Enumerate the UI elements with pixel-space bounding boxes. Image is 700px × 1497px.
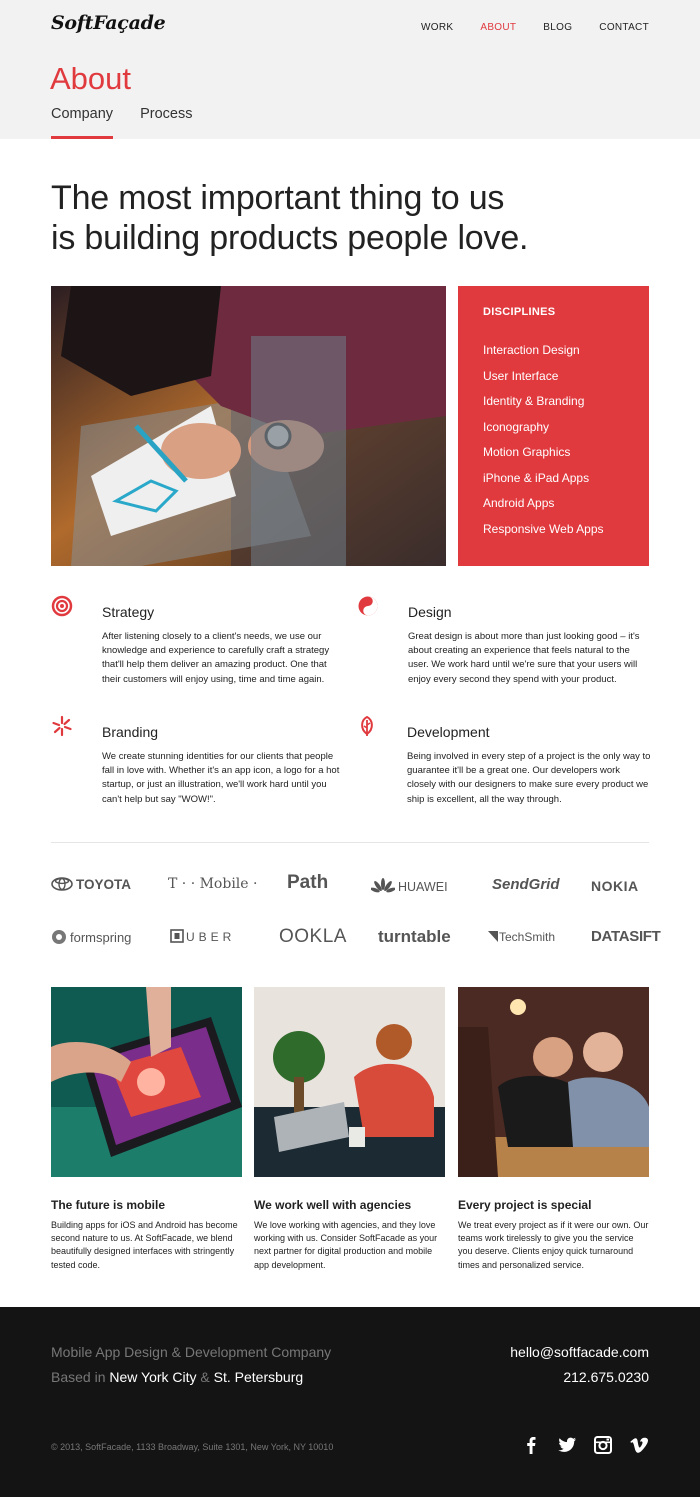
client-logo-ookla: OOKLA (279, 926, 347, 947)
service-design: Design Great design is about more than j… (358, 596, 651, 687)
footer-copyright: © 2013, SoftFacade, 1133 Broadway, Suite… (51, 1442, 334, 1452)
headline-line-1: The most important thing to us (51, 179, 505, 217)
nav-blog[interactable]: BLOG (543, 22, 572, 33)
client-logo-techsmith: TechSmith (488, 930, 555, 945)
client-logo-datasift: DATASIFT (591, 928, 661, 945)
uber-mark-icon (170, 929, 184, 946)
disciplines-panel: DISCIPLINES Interaction Design User Inte… (458, 286, 649, 566)
service-text: Being involved in every step of a projec… (407, 751, 651, 805)
tab-company[interactable]: Company (51, 106, 114, 139)
disciplines-list: Interaction Design User Interface Identi… (483, 338, 649, 542)
page-title: About (50, 61, 132, 96)
discipline-item[interactable]: Motion Graphics (483, 440, 649, 466)
service-title: Design (408, 604, 452, 620)
discipline-item[interactable]: Interaction Design (483, 338, 649, 364)
main-nav: WORK ABOUT BLOG CONTACT (421, 22, 649, 33)
feature-photo-special (458, 987, 649, 1177)
footer: Mobile App Design & Development Company … (0, 1307, 700, 1497)
service-title: Development (407, 724, 490, 740)
client-logo-toyota: TOYOTA (51, 877, 131, 894)
feature-text: We treat every project as if it were our… (458, 1220, 649, 1270)
client-logo-nokia: NOKIA (591, 878, 639, 894)
feature-title: The future is mobile (51, 1198, 166, 1212)
feature-title: Every project is special (458, 1198, 592, 1212)
techsmith-mark-icon (488, 931, 498, 945)
client-logo-sendgrid: SendGrid (492, 876, 560, 893)
discipline-item[interactable]: User Interface (483, 364, 649, 390)
service-title: Strategy (102, 604, 155, 620)
footer-tagline: Mobile App Design & Development Company (51, 1344, 332, 1360)
footer-locations: Based in New York City & St. Petersburg (51, 1369, 303, 1385)
nav-about[interactable]: ABOUT (480, 22, 516, 33)
sub-tabs: Company Process (51, 106, 192, 139)
target-icon (51, 595, 73, 617)
headline: The most important thing to us is buildi… (51, 178, 651, 258)
feature-photo-mobile (51, 987, 242, 1177)
star-burst-icon (51, 715, 73, 737)
discipline-item[interactable]: iPhone & iPad Apps (483, 466, 649, 492)
based-in-label: Based in (51, 1369, 106, 1385)
city-new-york: New York City (109, 1369, 197, 1385)
nav-work[interactable]: WORK (421, 22, 453, 33)
facebook-icon[interactable] (521, 1436, 541, 1454)
service-text: We create stunning identities for our cl… (102, 751, 340, 805)
nav-contact[interactable]: CONTACT (599, 22, 649, 33)
service-branding: Branding We create stunning identities f… (52, 715, 347, 807)
discipline-item[interactable]: Iconography (483, 415, 649, 441)
service-text: After listening closely to a client's ne… (102, 631, 330, 685)
section-divider (51, 842, 649, 843)
social-links (521, 1436, 649, 1454)
vimeo-icon[interactable] (629, 1436, 649, 1454)
footer-phone[interactable]: 212.675.0230 (563, 1369, 649, 1385)
feature-text: Building apps for iOS and Android has be… (51, 1220, 238, 1270)
service-strategy: Strategy After listening closely to a cl… (51, 595, 347, 687)
discipline-item[interactable]: Identity & Branding (483, 389, 649, 415)
huawei-flower-icon (370, 878, 396, 897)
instagram-icon[interactable] (593, 1436, 613, 1454)
hero-photo (51, 286, 446, 566)
client-logo-path: Path (287, 872, 329, 893)
twitter-icon[interactable] (557, 1436, 577, 1454)
ampersand: & (200, 1369, 210, 1385)
feature-title: We work well with agencies (254, 1198, 412, 1212)
service-title: Branding (102, 724, 159, 740)
formspring-icon (51, 929, 67, 948)
logo[interactable]: SoftFaçade (51, 12, 166, 34)
headline-line-2: is building products people love. (51, 219, 529, 257)
client-logo-huawei: HUAWEI (370, 878, 448, 897)
service-text: Great design is about more than just loo… (408, 631, 640, 685)
header: SoftFaçade WORK ABOUT BLOG CONTACT About… (0, 0, 700, 139)
toyota-emblem-icon (51, 877, 73, 894)
disciplines-heading: DISCIPLINES (483, 306, 556, 318)
discipline-item[interactable]: Responsive Web Apps (483, 517, 649, 543)
service-development: Development Being involved in every step… (361, 715, 651, 807)
discipline-item[interactable]: Android Apps (483, 491, 649, 517)
client-logo-turntable: turntable (378, 927, 451, 946)
feature-photo-agencies (254, 987, 445, 1177)
tab-process[interactable]: Process (140, 106, 192, 139)
footer-email[interactable]: hello@softfacade.com (510, 1344, 649, 1360)
city-st-petersburg: St. Petersburg (213, 1369, 304, 1385)
feature-text: We love working with agencies, and they … (254, 1220, 438, 1270)
client-logo-tmobile: T · · Mobile · (168, 876, 258, 892)
leaf-icon (356, 715, 378, 737)
client-logo-uber: UBER (170, 929, 235, 946)
client-logo-formspring: formspring (51, 929, 131, 948)
yin-yang-icon (357, 595, 379, 617)
